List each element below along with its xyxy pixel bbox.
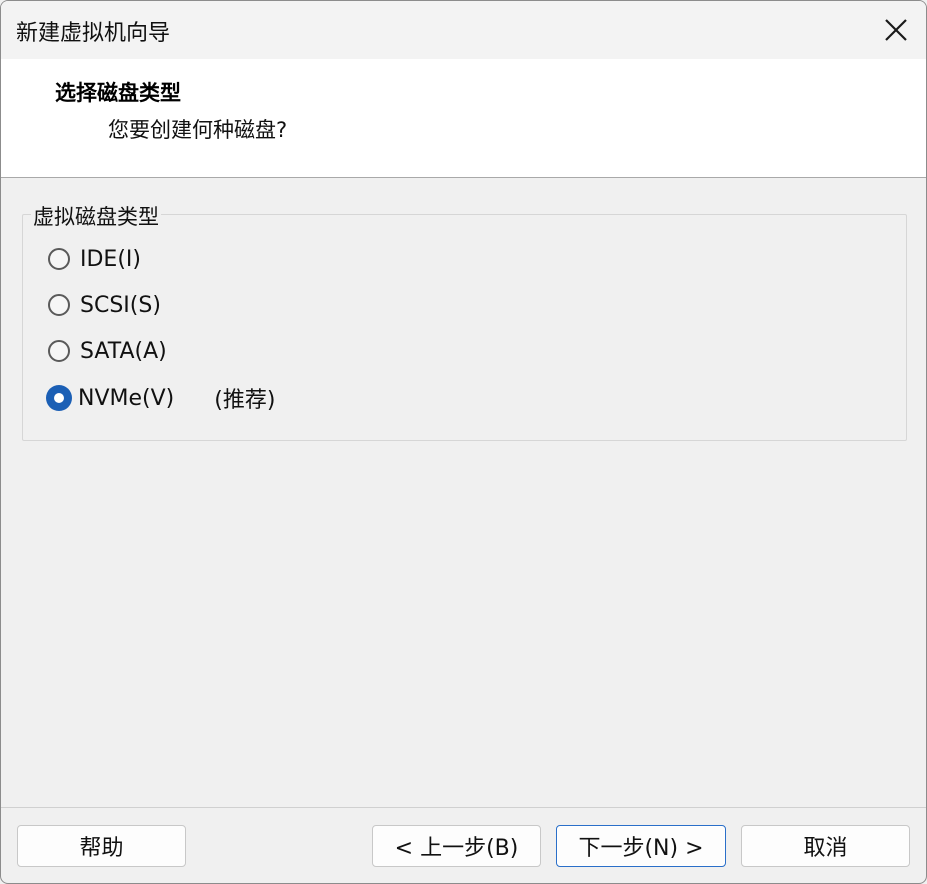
title-bar: 新建虚拟机向导 [1, 1, 926, 59]
radio-label-ide: IDE(I) [80, 246, 141, 272]
wizard-window: 新建虚拟机向导 选择磁盘类型 您要创建何种磁盘? 虚拟磁盘类型 IDE(I) S… [0, 0, 927, 884]
close-icon [885, 19, 907, 41]
next-button[interactable]: 下一步(N) > [556, 825, 726, 867]
radio-button-scsi[interactable] [48, 294, 70, 316]
cancel-button[interactable]: 取消 [741, 825, 910, 867]
radio-option-scsi[interactable]: SCSI(S) [48, 291, 161, 319]
radio-label-nvme: NVMe(V) [78, 385, 175, 411]
radio-button-sata[interactable] [48, 340, 70, 362]
back-button[interactable]: < 上一步(B) [372, 825, 541, 867]
radio-option-ide[interactable]: IDE(I) [48, 245, 141, 273]
close-button[interactable] [866, 1, 926, 59]
help-button[interactable]: 帮助 [17, 825, 186, 867]
radio-button-nvme[interactable] [46, 385, 72, 411]
page-title: 选择磁盘类型 [55, 81, 181, 105]
header-panel: 选择磁盘类型 您要创建何种磁盘? [1, 59, 926, 178]
radio-label-scsi: SCSI(S) [80, 292, 161, 318]
radio-option-sata[interactable]: SATA(A) [48, 337, 167, 365]
window-title: 新建虚拟机向导 [16, 21, 171, 46]
footer-divider [1, 807, 926, 808]
radio-label-sata: SATA(A) [80, 338, 167, 364]
recommended-note: (推荐) [214, 388, 276, 413]
groupbox-label: 虚拟磁盘类型 [31, 201, 161, 231]
radio-button-ide[interactable] [48, 248, 70, 270]
page-subtitle: 您要创建何种磁盘? [108, 118, 288, 142]
radio-option-nvme[interactable]: NVMe(V) (推荐) [46, 384, 276, 413]
